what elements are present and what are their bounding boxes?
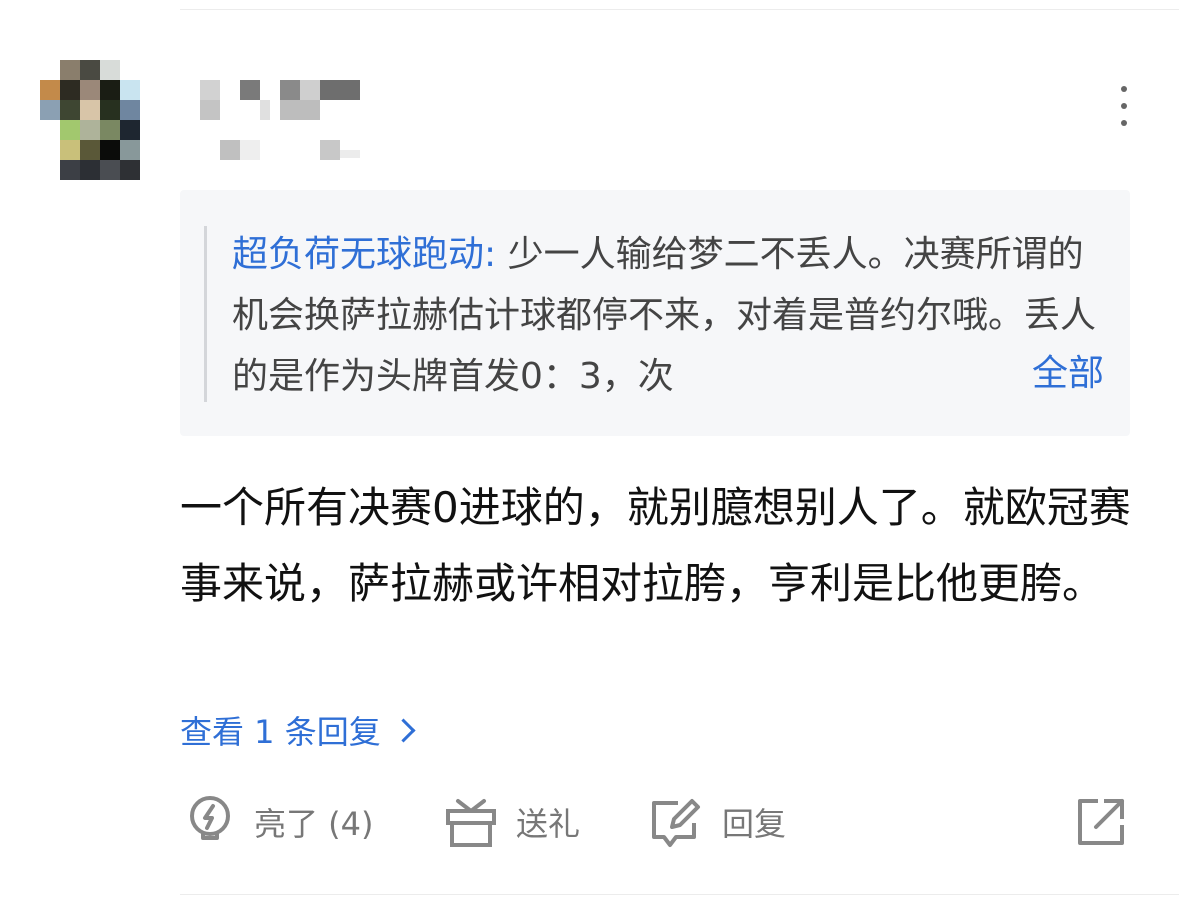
quoted-comment[interactable]: 超负荷无球跑动: 少一人输给梦二不丢人。决赛所谓的机会换萨拉赫估计球都停不来，对… — [180, 190, 1130, 436]
chevron-right-icon — [391, 718, 416, 743]
edit-reply-icon — [652, 799, 700, 847]
gift-icon — [446, 799, 496, 847]
gift-button[interactable]: 送礼 — [444, 792, 580, 852]
view-replies-link[interactable]: 查看 1 条回复 — [180, 708, 416, 756]
quote-fade: 全部 — [904, 343, 1104, 404]
share-button[interactable] — [1074, 792, 1128, 852]
share-icon — [1078, 799, 1124, 845]
username-obscured[interactable] — [200, 80, 370, 160]
reply-label: 回复 — [722, 805, 787, 843]
quote-bar — [204, 226, 207, 402]
avatar[interactable] — [40, 60, 160, 180]
like-button[interactable]: 亮了 (4) — [184, 792, 374, 852]
view-replies-label: 查看 1 条回复 — [180, 713, 381, 751]
comment-body: 一个所有决赛0进球的，就别臆想别人了。就欧冠赛事来说，萨拉赫或许相对拉胯，亨利是… — [180, 483, 1131, 608]
gift-label: 送礼 — [516, 805, 581, 843]
more-vertical-icon[interactable] — [1112, 86, 1136, 130]
bottom-divider — [180, 894, 1179, 895]
lightbulb-icon — [190, 796, 230, 840]
like-label: 亮了 (4) — [254, 805, 374, 843]
reply-button[interactable]: 回复 — [648, 792, 786, 852]
top-divider — [180, 9, 1179, 10]
quote-author[interactable]: 超负荷无球跑动: — [232, 234, 496, 275]
expand-quote-link[interactable]: 全部 — [1032, 353, 1104, 394]
